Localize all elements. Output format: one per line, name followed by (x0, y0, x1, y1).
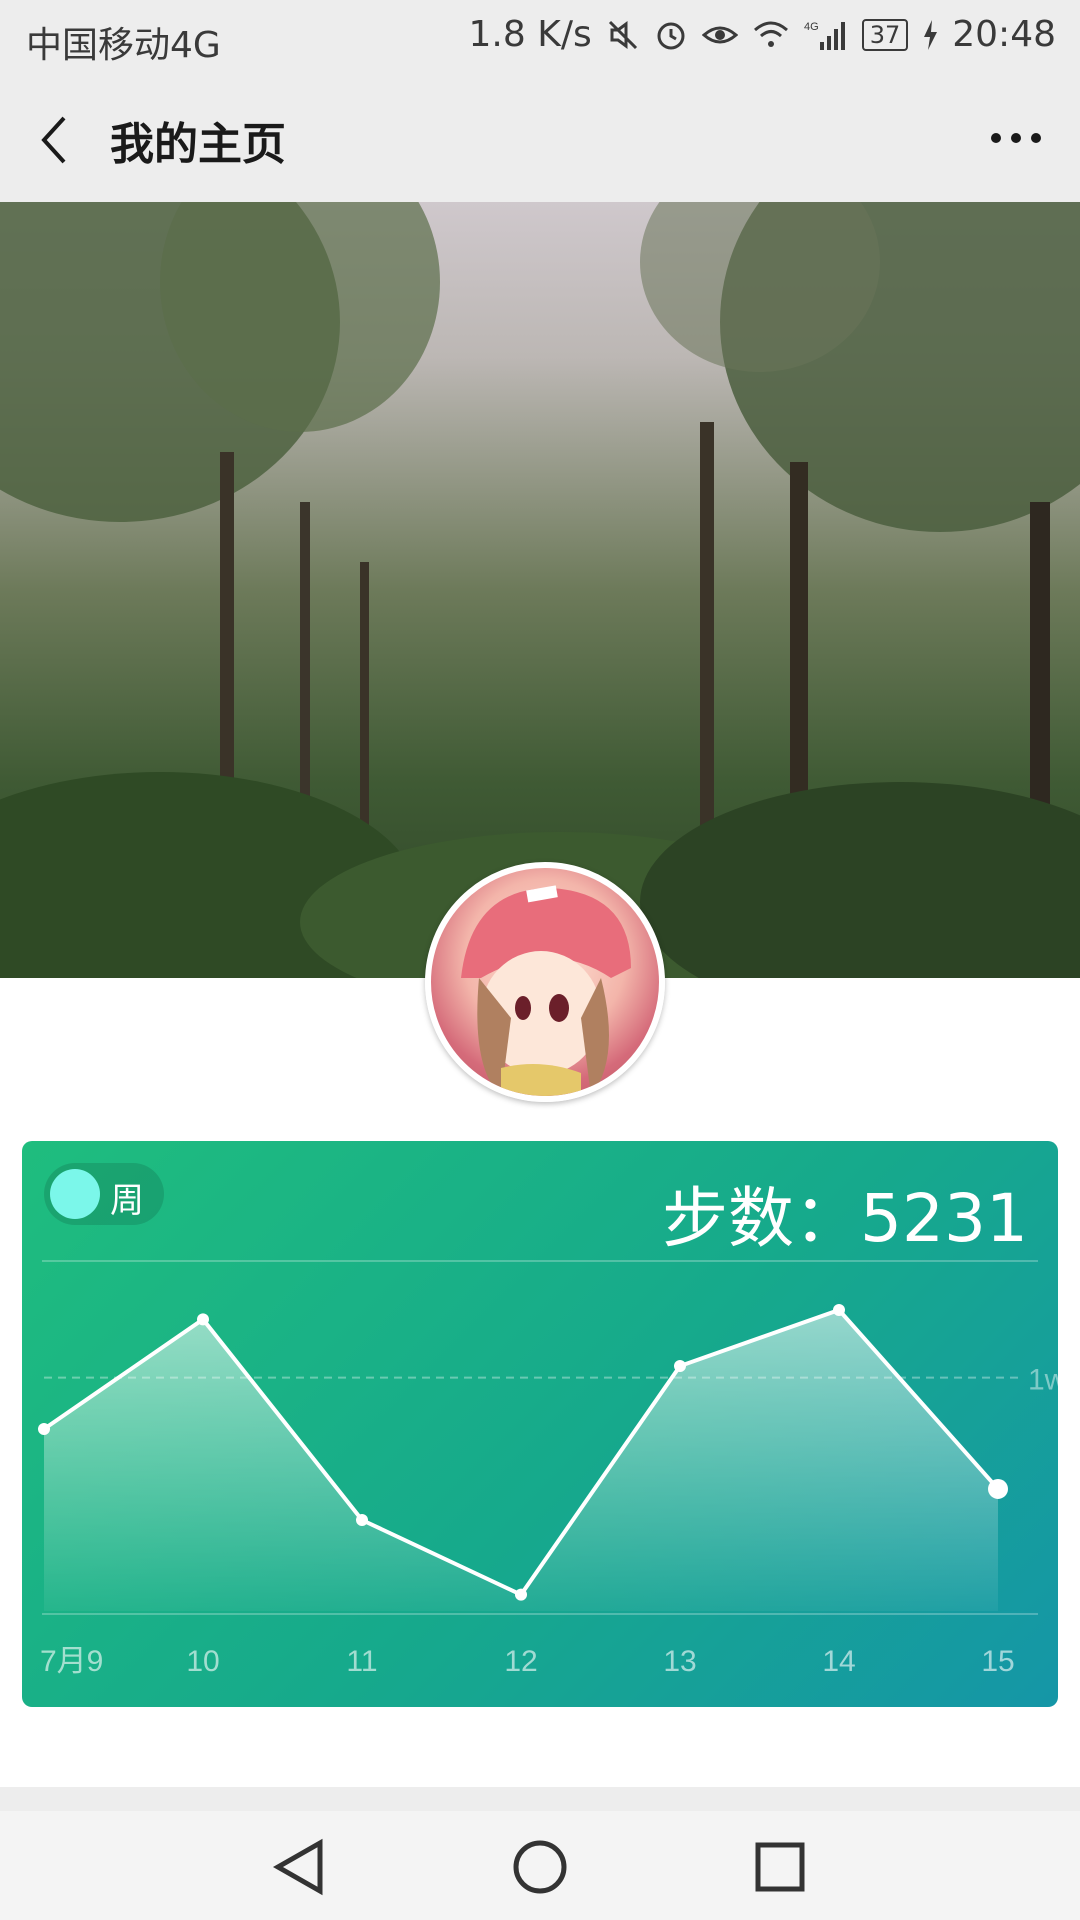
data-point-5[interactable] (833, 1304, 845, 1316)
data-point-4[interactable] (674, 1360, 686, 1372)
system-recents-icon[interactable] (748, 1835, 812, 1899)
status-icons: 1.8 K/s 4G 37 20:48 (469, 14, 1056, 55)
data-point-0[interactable] (38, 1423, 50, 1435)
x-tick-label: 10 (186, 1645, 219, 1678)
data-point-6[interactable] (988, 1478, 1008, 1499)
data-point-3[interactable] (515, 1588, 527, 1601)
avatar-illustration (461, 885, 631, 1096)
mute-icon (608, 20, 637, 49)
x-tick-label: 7月9 (40, 1645, 103, 1678)
more-options-icon[interactable] (986, 118, 1046, 158)
data-point-2[interactable] (356, 1514, 368, 1526)
series-area (44, 1310, 998, 1611)
back-arrow-icon[interactable] (34, 112, 74, 168)
following-section (0, 1787, 1080, 1811)
eye-icon (701, 26, 738, 43)
network-speed: 1.8 K/s (468, 14, 592, 55)
page-title: 我的主页 (110, 119, 286, 170)
card-divider-bottom (42, 1613, 1038, 1615)
x-tick-label: 11 (346, 1645, 377, 1678)
data-point-1[interactable] (197, 1313, 209, 1326)
system-home-icon[interactable] (508, 1835, 572, 1899)
charging-icon (924, 19, 938, 50)
status-bar: 中国移动4G 1.8 K/s 4G 37 20:48 (0, 0, 1080, 78)
x-tick-label: 14 (822, 1645, 855, 1678)
clock: 20:48 (952, 14, 1056, 55)
system-back-icon[interactable] (268, 1835, 332, 1899)
system-nav-bar (0, 1811, 1080, 1920)
alarm-icon (657, 22, 685, 49)
signal-icon: 4G (804, 21, 845, 50)
steps-card[interactable]: 周 步数：5231 1w 7月9 10 11 12 13 14 15 (22, 1141, 1058, 1707)
reference-line-label: 1w (1028, 1364, 1058, 1397)
top-nav-bar: 我的主页 (0, 78, 1080, 203)
wifi-icon (753, 21, 788, 47)
steps-chart: 1w 7月9 10 11 12 13 14 15 (38, 1304, 1058, 1678)
svg-text:4G: 4G (804, 21, 819, 33)
x-tick-label: 12 (504, 1645, 537, 1678)
x-tick-label: 15 (981, 1645, 1014, 1678)
user-avatar[interactable] (425, 862, 665, 1102)
x-tick-label: 13 (663, 1645, 696, 1678)
battery-indicator: 37 (861, 18, 909, 51)
carrier-label: 中国移动4G (26, 25, 221, 66)
